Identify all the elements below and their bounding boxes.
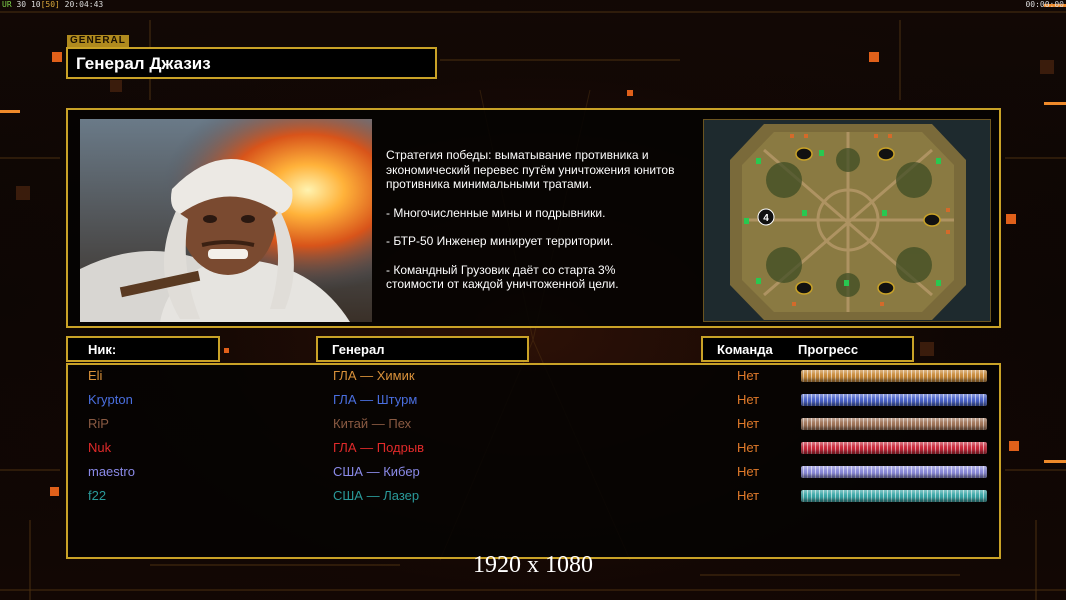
map-preview[interactable]: 4 xyxy=(703,119,991,322)
player-progress-bar xyxy=(801,466,987,478)
hud-status-b: 30 xyxy=(16,0,27,9)
hud-clock: 20:04:43 xyxy=(64,0,104,9)
description-line: - БТР-50 Инженер минирует территории. xyxy=(386,234,614,248)
player-nick: RiP xyxy=(88,416,109,431)
column-header-nick: Ник: xyxy=(66,336,220,362)
section-tag: GENERAL xyxy=(67,35,129,47)
player-nick: f22 xyxy=(88,488,107,503)
player-general: США — Кибер xyxy=(333,464,420,479)
map-preview-image: 4 xyxy=(704,120,990,321)
player-nick: maestro xyxy=(88,464,135,479)
player-nick: Nuk xyxy=(88,440,112,455)
column-label-team: Команда xyxy=(717,342,773,357)
page-title: Генерал Джазиз xyxy=(76,54,211,73)
player-general: США — Лазер xyxy=(333,488,420,503)
description-line: Стратегия победы: выматывание противника… xyxy=(386,148,675,191)
player-team: Нет xyxy=(737,416,760,431)
player-progress-bar xyxy=(801,370,987,382)
column-header-team-progress: Команда Прогресс xyxy=(701,336,914,362)
player-progress-bar xyxy=(801,442,987,454)
player-progress-bar xyxy=(801,394,987,406)
player-general: ГЛА — Химик xyxy=(333,368,415,383)
player-general: ГЛА — Штурм xyxy=(333,392,418,407)
general-description: Стратегия победы: выматывание противника… xyxy=(386,148,706,306)
player-row[interactable]: Eli ГЛА — Химик Нет xyxy=(68,366,999,390)
column-label-general: Генерал xyxy=(332,342,385,357)
description-line: - Командный Грузовик даёт со старта 3% с… xyxy=(386,262,619,292)
description-line: - Многочисленные мины и подрывники. xyxy=(386,205,606,220)
hud-timer: 00:00:00 xyxy=(1025,0,1064,9)
player-team: Нет xyxy=(737,464,760,479)
map-start-label: 4 xyxy=(763,213,769,224)
column-label-nick: Ник: xyxy=(88,342,117,357)
player-row[interactable]: maestro США — Кибер Нет xyxy=(68,462,999,486)
player-team: Нет xyxy=(737,440,760,455)
hud-status: UR 30 10[50] 20:04:43 xyxy=(2,0,103,9)
column-header-general: Генерал xyxy=(316,336,529,362)
player-general: ГЛА — Подрыв xyxy=(333,440,425,455)
general-portrait xyxy=(80,119,372,322)
resolution-label: 1920 x 1080 xyxy=(473,552,593,578)
general-info-panel: Стратегия победы: выматывание противника… xyxy=(66,108,1001,328)
player-team: Нет xyxy=(737,488,760,503)
player-nick: Krypton xyxy=(88,392,133,407)
player-nick: Eli xyxy=(88,368,103,383)
player-team: Нет xyxy=(737,368,760,383)
player-team: Нет xyxy=(737,392,760,407)
player-row[interactable]: Krypton ГЛА — Штурм Нет xyxy=(68,390,999,414)
players-table: Eli ГЛА — Химик Нет Krypton ГЛА — Штурм Нет Ri… xyxy=(66,363,1001,559)
player-progress-bar xyxy=(801,418,987,430)
column-label-progress: Прогресс xyxy=(798,342,859,357)
hud-status-a: UR xyxy=(2,0,12,9)
player-progress-bar xyxy=(801,490,987,502)
hud-status-c: 10 xyxy=(30,0,41,9)
player-row[interactable]: f22 США — Лазер Нет xyxy=(68,486,999,510)
player-row[interactable]: Nuk ГЛА — Подрыв Нет xyxy=(68,438,999,462)
title-panel: Генерал Джазиз xyxy=(66,47,437,79)
player-general: Китай — Пех xyxy=(333,416,412,431)
hud-status-d: [50] xyxy=(40,0,60,9)
player-row[interactable]: RiP Китай — Пех Нет xyxy=(68,414,999,438)
portrait-image xyxy=(80,119,372,322)
